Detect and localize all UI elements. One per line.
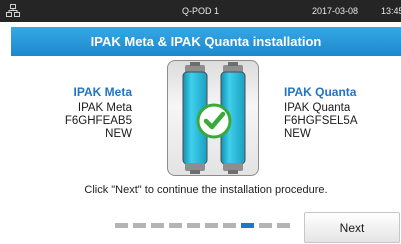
ipak-meta-serial: F6GHFEAB5 bbox=[64, 115, 132, 127]
step-dot bbox=[151, 223, 164, 228]
ipak-meta-name: IPAK Meta bbox=[77, 102, 132, 114]
instruction-text: Click "Next" to continue the installatio… bbox=[84, 184, 328, 196]
step-dot bbox=[277, 223, 290, 228]
cartridge-illustration bbox=[167, 60, 259, 176]
step-dot bbox=[259, 223, 272, 228]
step-dot bbox=[133, 223, 146, 228]
status-bar: Q-POD 1 2017-03-08 13:45 bbox=[0, 0, 401, 22]
ipak-quanta-heading: IPAK Quanta bbox=[284, 85, 357, 99]
ipak-meta-heading: IPAK Meta bbox=[73, 85, 132, 99]
step-dot bbox=[205, 223, 218, 228]
page-title: IPAK Meta & IPAK Quanta installation bbox=[11, 27, 401, 56]
step-dot-active bbox=[241, 223, 254, 228]
step-dot bbox=[115, 223, 128, 228]
step-dot bbox=[223, 223, 236, 228]
ipak-quanta-name: IPAK Quanta bbox=[284, 102, 351, 114]
status-date: 2017-03-08 bbox=[312, 6, 359, 16]
installation-panel: IPAK Meta IPAK Meta F6GHFEAB5 NEW IPAK Q… bbox=[11, 56, 401, 244]
step-dot bbox=[187, 223, 200, 228]
ipak-meta-status: NEW bbox=[105, 128, 132, 140]
ipak-quanta-serial: F6HGFSEL5A bbox=[284, 115, 358, 127]
step-dot bbox=[169, 223, 182, 228]
ipak-meta-info: IPAK Meta IPAK Meta F6GHFEAB5 NEW bbox=[65, 86, 132, 141]
status-time: 13:45 bbox=[381, 6, 401, 16]
next-button[interactable]: Next bbox=[304, 212, 400, 243]
ipak-quanta-status: NEW bbox=[284, 128, 311, 140]
ipak-quanta-info: IPAK Quanta IPAK Quanta F6HGFSEL5A NEW bbox=[284, 86, 358, 141]
two-cartridges-check-icon bbox=[182, 62, 246, 174]
